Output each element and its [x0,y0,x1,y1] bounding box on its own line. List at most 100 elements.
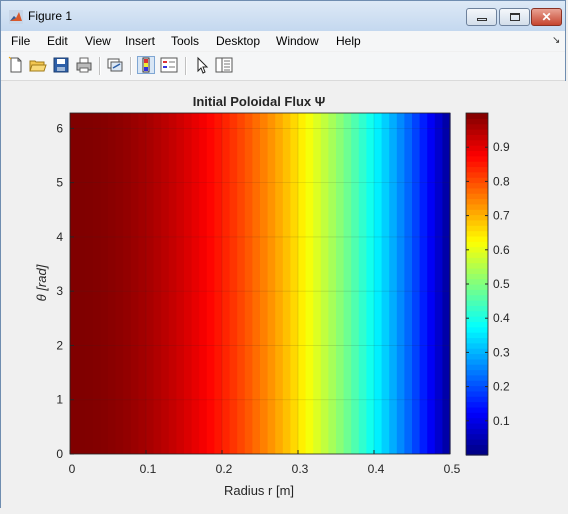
menu-file[interactable]: File [11,34,30,48]
plot-area: Initial Poloidal Flux Ψ 0 0.1 0.2 0.3 0.4 0.5… [1,81,567,509]
colorbar-segment [466,390,488,397]
menu-window[interactable]: Window [276,34,319,48]
heatmap-cell [161,113,170,454]
colorbar-segment [466,267,488,274]
colorbar-segment [466,396,488,403]
colorbar-segment [466,177,488,184]
colorbar-segment [466,353,488,360]
colorbar-segment [466,337,488,344]
menu-edit[interactable]: Edit [47,34,68,48]
link-plot-button[interactable] [106,56,124,74]
colorbar-tick-label: 0.3 [493,345,510,359]
y-tick-label: 3 [56,284,63,298]
heatmap-cell [366,113,375,454]
heatmap-cell [85,113,94,454]
heatmap-cell [77,113,86,454]
heatmap-chart[interactable]: Initial Poloidal Flux Ψ 0 0.1 0.2 0.3 0.4 0.5… [1,81,567,509]
property-inspector-button[interactable] [215,56,233,74]
chevron-icon[interactable]: ↘ [552,35,560,46]
heatmap-cell [290,113,299,454]
colorbar-segment [466,219,488,226]
maximize-icon [510,13,520,21]
heatmap-cell [260,113,269,454]
heatmap-cell [100,113,109,454]
colorbar-tick-label: 0.4 [493,311,510,325]
colorbar-segment [466,246,488,253]
heatmap-cell [419,113,428,454]
colorbar-segment [466,326,488,333]
colorbar-segment [466,118,488,125]
heatmap-cell [168,113,177,454]
colorbar-tick-label: 0.6 [493,243,510,257]
heatmap-cell [244,113,253,454]
heatmap-cell [336,113,345,454]
menu-insert[interactable]: Insert [125,34,155,48]
colorbar-segment [466,123,488,130]
colorbar-segment [466,433,488,440]
heatmap-cell [305,113,314,454]
edit-plot-button[interactable] [193,56,211,74]
heatmap-cell [275,113,284,454]
menu-desktop[interactable]: Desktop [216,34,260,48]
colorbar-segment [466,412,488,419]
colorbar[interactable]: 0.1 0.2 0.3 0.4 0.5 0.6 0.7 0.8 0.9 [465,112,510,456]
colorbar-segment [466,422,488,429]
heatmap-cell [222,113,231,454]
colorbar-segment [466,203,488,210]
save-button[interactable] [52,56,70,74]
legend-button[interactable] [160,56,178,74]
heatmap-cell [115,113,124,454]
colorbar-segment [466,171,488,178]
colorbar-segment [466,198,488,205]
colorbar-segment [466,310,488,317]
colorbar-segment [466,129,488,135]
colorbar-segment [466,284,488,290]
colorbar-segment [466,155,488,162]
colorbar-segment [466,225,488,232]
heatmap-cell [404,113,413,454]
property-inspector-icon [215,57,233,73]
colorbar-tick-label: 0.5 [493,277,510,291]
menu-help[interactable]: Help [336,34,361,48]
colorbar-segment [466,209,488,216]
heatmap-cell [351,113,360,454]
heatmap-cell [108,113,117,454]
colorbar-segment [466,257,488,264]
colorbar-segment [466,358,488,365]
colorbar-tick-label: 0.8 [493,174,510,188]
colorbar-button[interactable] [137,56,155,74]
colorbar-segment [466,369,488,376]
colorbar-segment [466,294,488,301]
figure-window: Figure 1 ✕ File Edit View Insert Tools D… [0,0,567,509]
colorbar-segment [466,406,488,413]
new-figure-button[interactable] [7,56,25,74]
heatmap-cell [343,113,352,454]
toolbar-separator [130,57,132,75]
colorbar-segment [466,145,488,152]
minimize-icon [477,18,487,21]
heatmap-cell [191,113,200,454]
open-file-button[interactable] [29,56,47,74]
x-tick-label: 0 [69,462,76,476]
colorbar-tick-label: 0.1 [493,414,510,428]
colorbar-segment [466,332,488,339]
colorbar-segment [466,316,488,323]
minimize-button[interactable] [466,8,497,26]
heatmap-cell [389,113,398,454]
y-tick-label: 2 [56,338,63,352]
heatmap-cells [70,113,451,454]
menu-view[interactable]: View [85,34,111,48]
colorbar-segment [466,380,488,387]
y-tick-label: 5 [56,176,63,190]
heatmap-cell [396,113,405,454]
heatmap-cell [138,113,147,454]
colorbar-segment [466,401,488,408]
maximize-button[interactable] [499,8,530,26]
heatmap-cell [123,113,132,454]
close-button[interactable]: ✕ [531,8,562,26]
print-button[interactable] [75,56,93,74]
heatmap-cell [442,113,451,454]
menu-tools[interactable]: Tools [171,34,199,48]
link-plot-icon [107,58,123,72]
colorbar-segment [466,417,488,424]
